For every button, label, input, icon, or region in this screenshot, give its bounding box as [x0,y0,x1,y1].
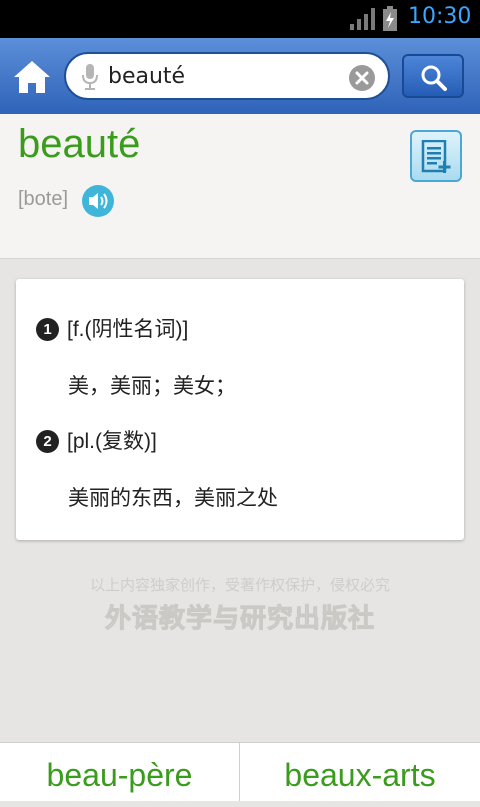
signal-icon [350,8,375,30]
previous-word-link[interactable]: beau-père [0,743,239,801]
definition-card: 1 [f.(阴性名词)] 美，美丽；美女； 2 [pl.(复数)] 美丽的东西，美丽… [16,279,464,540]
word-panel: beauté [bote] [0,114,480,259]
search-icon [421,65,447,91]
speaker-icon[interactable] [81,184,115,218]
add-note-button[interactable] [410,130,462,182]
sense-pos: [pl.(复数)] [67,430,157,453]
search-input[interactable]: beauté [64,52,390,100]
status-bar: 10:30 [0,0,480,38]
phonetic: [bote] [18,188,69,210]
home-icon[interactable] [10,57,54,97]
copyright-notice: 以上内容独家创作，受著作权保护，侵权必究 [89,576,390,594]
search-query: beauté [108,64,186,89]
clock: 10:30 [408,4,472,29]
search-button[interactable] [402,54,464,98]
next-word-link[interactable]: beaux-arts [240,743,480,801]
sense-number-badge: 2 [36,430,59,453]
search-header: beauté [0,38,480,114]
add-note-icon [421,140,451,173]
sense-meaning: 美丽的东西，美丽之处 [68,486,278,510]
clear-icon[interactable] [348,64,376,92]
sense-header: 2 [pl.(复数)] [36,425,157,455]
sense-header: 1 [f.(阴性名词)] [36,313,188,343]
sense-number-badge: 1 [36,318,59,341]
mic-icon[interactable] [80,63,100,91]
sense-meaning: 美，美丽；美女； [68,374,236,398]
publisher-name: 外语教学与研究出版社 [104,604,375,635]
word-navigation: beau-père beaux-arts [0,742,480,801]
headword: beauté [18,122,141,166]
battery-charging-icon [383,6,397,31]
sense-pos: [f.(阴性名词)] [67,318,189,341]
